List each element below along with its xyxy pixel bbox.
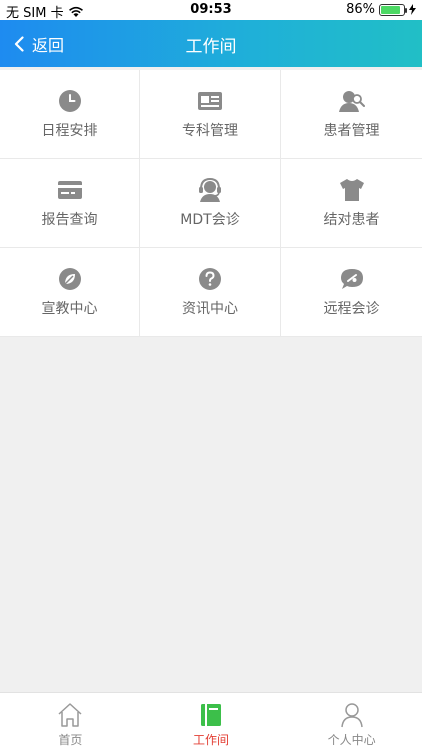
grid-item-label: 患者管理	[323, 123, 380, 139]
tab-label: 个人中心	[327, 733, 376, 747]
grid-item-paired-patients[interactable]: 结对患者	[281, 159, 422, 248]
battery-icon	[379, 3, 407, 16]
grid-item-label: MDT会诊	[180, 212, 240, 228]
home-icon	[56, 701, 84, 729]
grid-item-label: 资讯中心	[182, 301, 238, 317]
chat-link-icon	[339, 266, 365, 292]
headset-icon	[197, 177, 223, 203]
grid-item-schedule[interactable]: 日程安排	[0, 70, 140, 159]
grid-item-label: 专科管理	[182, 123, 238, 139]
id-card-icon	[197, 88, 223, 114]
tab-label: 首页	[58, 733, 83, 747]
clock-icon	[57, 88, 83, 114]
grid-item-mdt[interactable]: MDT会诊	[140, 159, 281, 248]
shirt-icon	[339, 177, 365, 203]
grid-item-education[interactable]: 宣教中心	[0, 248, 140, 337]
tab-home[interactable]: 首页	[0, 693, 141, 750]
function-grid: 日程安排 专科管理 患者管理 报告查询 MDT会诊 结对患者 宣教中心 资讯中心…	[0, 70, 422, 337]
grid-item-label: 日程安排	[41, 123, 98, 139]
book-icon	[197, 701, 225, 729]
grid-item-label: 结对患者	[323, 212, 380, 228]
page-title: 工作间	[185, 37, 237, 57]
grid-item-label: 宣教中心	[41, 301, 98, 317]
tab-profile[interactable]: 个人中心	[281, 693, 422, 750]
charging-icon	[409, 4, 416, 15]
tab-bar: 首页 工作间 个人中心	[0, 692, 422, 750]
person-icon	[338, 701, 366, 729]
grid-item-label: 远程会诊	[323, 301, 380, 317]
battery-status: 86%	[346, 2, 416, 17]
card-icon	[57, 177, 83, 203]
leaf-icon	[57, 266, 83, 292]
patient-search-icon	[338, 88, 365, 114]
grid-item-reports[interactable]: 报告查询	[0, 159, 140, 248]
grid-item-remote-consult[interactable]: 远程会诊	[281, 248, 422, 337]
grid-item-specialty[interactable]: 专科管理	[140, 70, 281, 159]
battery-percent: 86%	[346, 2, 375, 17]
status-bar: 无 SIM 卡 09:53 86%	[0, 0, 422, 21]
nav-bar: 返回 工作间	[0, 20, 422, 67]
grid-item-patients[interactable]: 患者管理	[281, 70, 422, 159]
grid-item-label: 报告查询	[41, 212, 98, 228]
grid-item-news[interactable]: 资讯中心	[140, 248, 281, 337]
tab-workspace[interactable]: 工作间	[141, 693, 282, 750]
question-icon	[197, 266, 223, 292]
tab-label: 工作间	[193, 733, 230, 747]
